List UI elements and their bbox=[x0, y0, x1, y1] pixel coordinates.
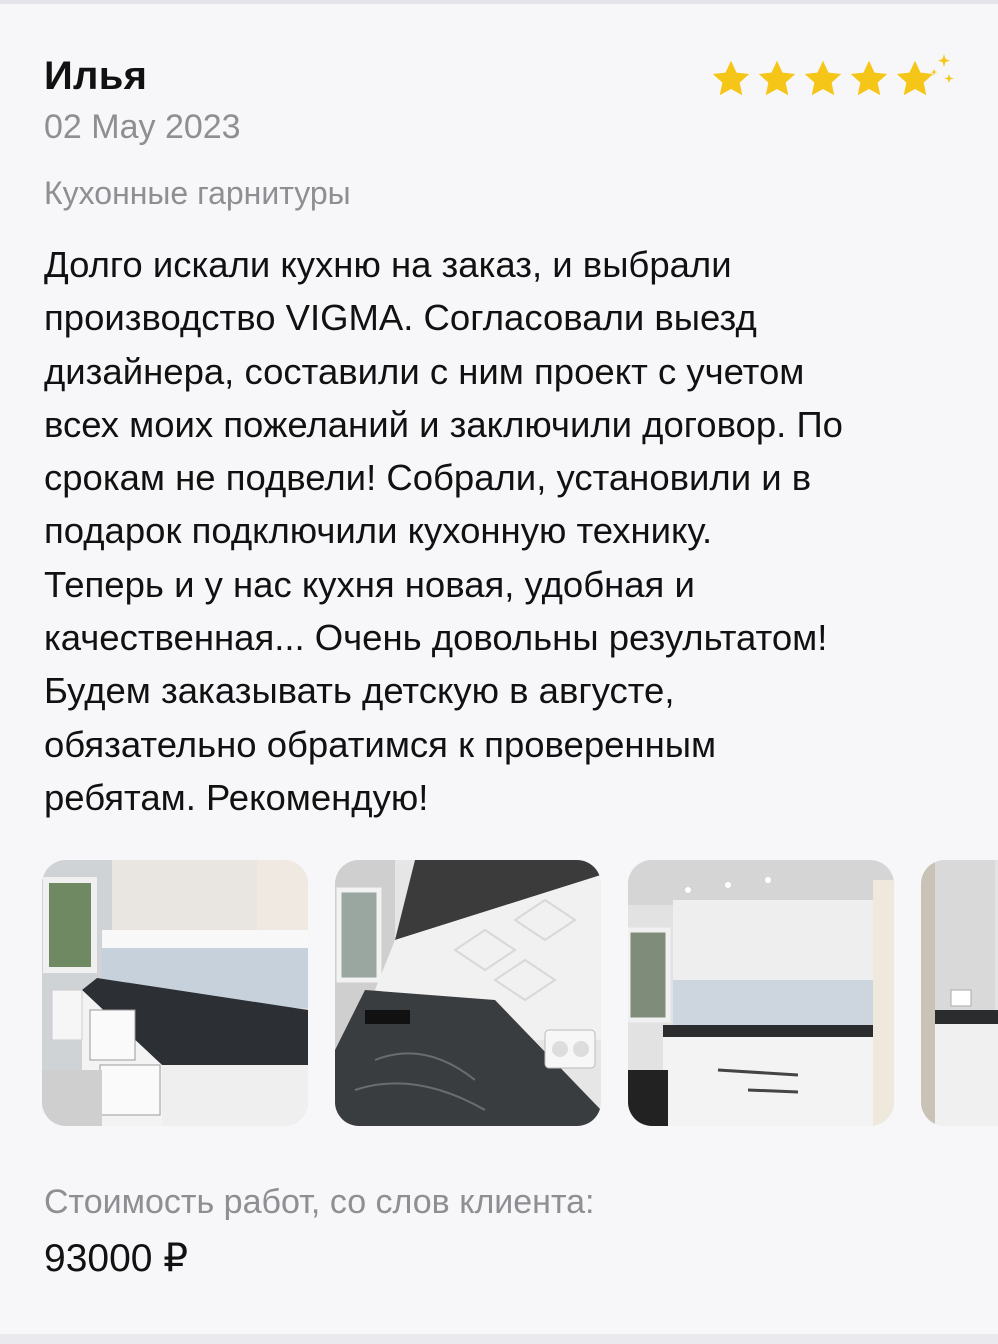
kitchen-photo-icon bbox=[42, 860, 308, 1126]
review-text: Долго искали кухню на заказ, и выбрали п… bbox=[44, 244, 843, 818]
kitchen-photo-icon bbox=[335, 860, 601, 1126]
sparkle-icon bbox=[930, 54, 954, 83]
star-rating bbox=[708, 56, 938, 102]
photo-thumbnail[interactable] bbox=[628, 860, 894, 1126]
kitchen-photo-icon bbox=[628, 860, 894, 1126]
photo-gallery[interactable] bbox=[42, 860, 998, 1126]
photo-thumbnail[interactable] bbox=[335, 860, 601, 1126]
top-divider bbox=[0, 0, 998, 4]
star-icon bbox=[758, 60, 796, 96]
review-category: Кухонные гарнитуры bbox=[44, 175, 351, 211]
star-icon bbox=[804, 60, 842, 96]
photo-thumbnail[interactable] bbox=[42, 860, 308, 1126]
review-author: Илья bbox=[44, 54, 148, 98]
bottom-divider bbox=[0, 1334, 998, 1344]
kitchen-photo-icon bbox=[921, 860, 998, 1126]
cost-label: Стоимость работ, со слов клиента: bbox=[44, 1183, 595, 1221]
photo-thumbnail[interactable] bbox=[921, 860, 998, 1126]
star-icon bbox=[712, 60, 750, 96]
cost-value: 93000 ₽ bbox=[44, 1237, 189, 1280]
review-date: 02 May 2023 bbox=[44, 108, 241, 146]
star-icon bbox=[850, 60, 888, 96]
